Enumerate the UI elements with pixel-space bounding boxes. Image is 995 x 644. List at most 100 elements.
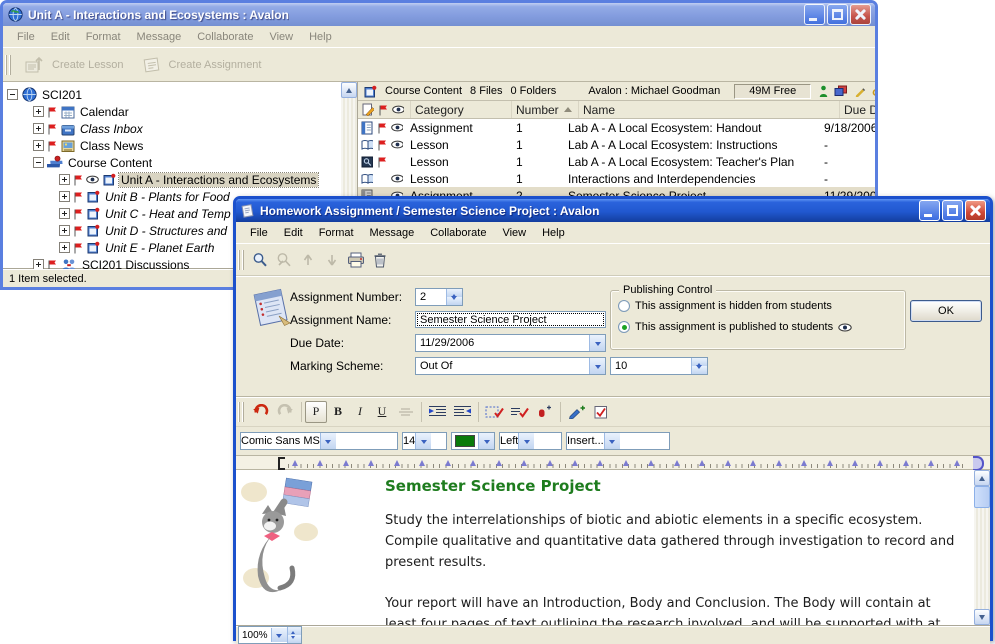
- font-size-dropdown[interactable]: 14: [402, 432, 447, 450]
- flag-column-icon[interactable]: [377, 104, 389, 116]
- menu-file[interactable]: File: [9, 28, 43, 46]
- menu-file[interactable]: File: [242, 224, 276, 242]
- menu-edit[interactable]: Edit: [276, 224, 311, 242]
- strikethrough-icon[interactable]: [393, 401, 418, 423]
- pencil-icon[interactable]: [854, 85, 866, 97]
- list-row-instructions[interactable]: Lesson 1 Lab A - A Local Ecosystem: Inst…: [358, 136, 875, 153]
- chevron-down-icon[interactable]: [271, 628, 287, 642]
- create-assignment-button[interactable]: Create Assignment: [132, 51, 270, 79]
- prev-gray-icon[interactable]: [296, 248, 320, 272]
- tree-item-class-inbox[interactable]: Class Inbox: [3, 120, 357, 137]
- underline-button[interactable]: U: [371, 401, 393, 423]
- stepper-arrows[interactable]: [691, 358, 707, 374]
- collapse-icon[interactable]: [33, 157, 44, 168]
- chevron-down-icon[interactable]: [604, 433, 620, 449]
- document-editor[interactable]: Semester Science Project Study the inter…: [236, 470, 990, 625]
- add-signature-icon[interactable]: [564, 401, 589, 423]
- font-color-dropdown[interactable]: [451, 432, 495, 450]
- marking-scheme-dropdown[interactable]: Out Of: [415, 357, 606, 375]
- spellcheck-icon[interactable]: [589, 401, 614, 423]
- insert-dropdown[interactable]: Insert...: [566, 432, 670, 450]
- font-family-dropdown[interactable]: Comic Sans MS: [240, 432, 398, 450]
- collapse-icon[interactable]: [7, 89, 18, 100]
- chevron-down-icon[interactable]: [320, 433, 336, 449]
- toolbar-drag-handle[interactable]: [238, 250, 244, 270]
- column-name[interactable]: Name: [578, 101, 839, 118]
- eye-column-icon[interactable]: [392, 105, 404, 114]
- close-button[interactable]: [965, 200, 986, 221]
- stepper-arrows[interactable]: [446, 289, 462, 305]
- radio-published[interactable]: [618, 321, 630, 333]
- assignment-name-field[interactable]: Semester Science Project: [415, 311, 606, 328]
- menu-edit[interactable]: Edit: [43, 28, 78, 46]
- menu-format[interactable]: Format: [78, 28, 129, 46]
- assignment-number-stepper[interactable]: 2: [415, 288, 463, 306]
- alignment-dropdown[interactable]: Left: [499, 432, 562, 450]
- expand-icon[interactable]: [33, 123, 44, 134]
- menu-help[interactable]: Help: [301, 28, 340, 46]
- indent-left-icon[interactable]: [450, 401, 475, 423]
- scroll-up-button[interactable]: [341, 82, 357, 98]
- tree-item-unit-a[interactable]: Unit A - Interactions and Ecosystems: [3, 171, 357, 188]
- next-gray-icon[interactable]: [320, 248, 344, 272]
- undo-icon[interactable]: [248, 401, 273, 423]
- expand-icon[interactable]: [59, 242, 70, 253]
- marking-amount-stepper[interactable]: 10: [610, 357, 708, 375]
- margin-marker[interactable]: [278, 457, 285, 470]
- published-option-row[interactable]: This assignment is published to students: [618, 321, 852, 333]
- document-body[interactable]: Semester Science Project Study the inter…: [385, 477, 963, 625]
- superscript-icon[interactable]: [532, 401, 557, 423]
- redo-icon[interactable]: [273, 401, 298, 423]
- menu-format[interactable]: Format: [311, 224, 362, 242]
- column-due-date[interactable]: Due Date: [839, 101, 875, 118]
- expand-icon[interactable]: [59, 225, 70, 236]
- menu-help[interactable]: Help: [534, 224, 573, 242]
- document-scrollbar[interactable]: [974, 470, 990, 625]
- italic-button[interactable]: I: [349, 401, 371, 423]
- search-icon[interactable]: [248, 248, 272, 272]
- chevron-down-icon[interactable]: [518, 433, 534, 449]
- ok-button[interactable]: OK: [910, 300, 982, 322]
- chevron-down-icon[interactable]: [589, 335, 605, 351]
- trash-icon[interactable]: [368, 248, 392, 272]
- column-category[interactable]: Category: [410, 101, 511, 118]
- select-paragraph-icon[interactable]: [482, 401, 507, 423]
- menu-message[interactable]: Message: [129, 28, 190, 46]
- menu-view[interactable]: View: [261, 28, 301, 46]
- menu-message[interactable]: Message: [362, 224, 423, 242]
- menu-view[interactable]: View: [494, 224, 534, 242]
- radio-hidden[interactable]: [618, 300, 630, 312]
- toolbar-drag-handle[interactable]: [238, 402, 244, 422]
- minimize-button[interactable]: [919, 200, 940, 221]
- print-icon[interactable]: [344, 248, 368, 272]
- indent-right-icon[interactable]: [425, 401, 450, 423]
- bold-button[interactable]: B: [327, 401, 349, 423]
- tree-item-sci201[interactable]: SCI201: [3, 86, 357, 103]
- close-button[interactable]: [850, 4, 871, 25]
- menu-collaborate[interactable]: Collaborate: [189, 28, 261, 46]
- plain-style-button[interactable]: P: [305, 401, 327, 423]
- toolbar-drag-handle[interactable]: [5, 55, 11, 75]
- scroll-up-button[interactable]: [974, 470, 990, 486]
- check-lines-icon[interactable]: [507, 401, 532, 423]
- tree-item-calendar[interactable]: Calendar: [3, 103, 357, 120]
- hidden-option-row[interactable]: This assignment is hidden from students: [618, 300, 832, 312]
- key-icon[interactable]: [872, 85, 875, 97]
- maximize-button[interactable]: [942, 200, 963, 221]
- column-number[interactable]: Number: [511, 101, 578, 118]
- expand-icon[interactable]: [33, 140, 44, 151]
- chevron-down-icon[interactable]: [415, 433, 431, 449]
- chevron-down-icon[interactable]: [589, 358, 605, 374]
- main-title-bar[interactable]: Unit A - Interactions and Ecosystems : A…: [3, 3, 875, 26]
- scroll-down-button[interactable]: [974, 609, 990, 625]
- minimize-button[interactable]: [804, 4, 825, 25]
- expand-icon[interactable]: [33, 106, 44, 117]
- expand-icon[interactable]: [59, 174, 70, 185]
- duplicate-icon[interactable]: [834, 85, 848, 97]
- chevron-down-icon[interactable]: [478, 433, 494, 449]
- person-icon[interactable]: [819, 85, 828, 98]
- scrollbar-thumb[interactable]: [974, 486, 990, 508]
- tree-item-class-news[interactable]: Class News: [3, 137, 357, 154]
- due-date-dropdown[interactable]: 11/29/2006: [415, 334, 606, 352]
- list-row-teachers-plan[interactable]: Lesson 1 Lab A - A Local Ecosystem: Teac…: [358, 153, 875, 170]
